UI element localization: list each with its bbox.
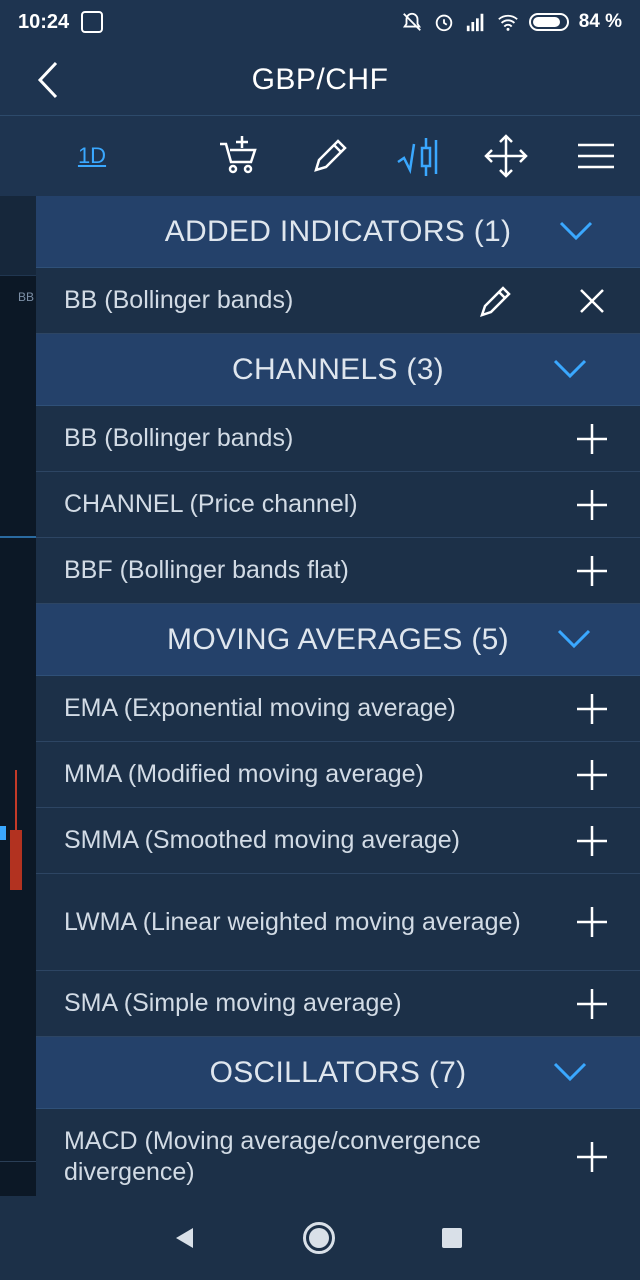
nav-home-button[interactable] [299, 1218, 339, 1258]
period-label: 1D [77, 143, 107, 168]
back-button[interactable] [28, 58, 68, 102]
system-nav-bar [0, 1196, 640, 1280]
section-title: MOVING AVERAGES (5) [167, 622, 509, 656]
recents-square-icon [442, 1228, 462, 1248]
status-bar: 10:24 84 % [0, 0, 640, 44]
list-item: SMMA (Smoothed moving average) [36, 808, 640, 874]
chevron-left-icon [37, 61, 58, 99]
section-title: ADDED INDICATORS (1) [164, 214, 512, 248]
candle-body [10, 830, 22, 890]
chart-indicator-tag: BB [18, 290, 35, 304]
indicator-label: EMA (Exponential moving average) [64, 694, 456, 722]
list-item: CHANNEL (Price channel) [36, 472, 640, 538]
indicator-label: BBF (Bollinger bands flat) [64, 556, 349, 584]
menu-button[interactable] [572, 132, 620, 180]
chart-divider [0, 1161, 36, 1162]
move-icon [484, 134, 528, 178]
indicator-label: MACD (Moving average/convergence diverge… [64, 1127, 481, 1186]
add-indicator-button[interactable] [572, 821, 612, 861]
section-title: OSCILLATORS (7) [209, 1055, 467, 1089]
battery-fill [532, 17, 560, 27]
chart-background: BB [0, 196, 36, 1196]
section-title: CHANNELS (3) [232, 352, 444, 386]
signal-icon [466, 13, 484, 32]
add-indicator-button[interactable] [572, 902, 612, 942]
chevron-down-icon [557, 629, 591, 649]
add-indicator-button[interactable] [572, 984, 612, 1024]
section-channels[interactable]: CHANNELS (3) [36, 334, 640, 406]
list-item: LWMA (Linear weighted moving average) [36, 874, 640, 971]
list-item: MACD (Moving average/convergence diverge… [36, 1109, 640, 1196]
section-added-indicators[interactable]: ADDED INDICATORS (1) [36, 196, 640, 268]
add-to-cart-icon [220, 136, 257, 174]
plus-icon [577, 423, 607, 454]
add-indicator-button[interactable] [572, 485, 612, 525]
indicator-label: SMMA (Smoothed moving average) [64, 826, 461, 854]
edit-indicator-button[interactable] [476, 281, 516, 321]
draw-button[interactable] [306, 132, 354, 180]
battery-label: 84 % [578, 11, 622, 32]
status-icons: 84 % [401, 11, 622, 33]
indicator-icon [397, 138, 438, 176]
indicator-label: CHANNEL (Price channel) [64, 490, 358, 518]
indicator-label: BB (Bollinger bands) [64, 424, 294, 452]
add-indicator-button[interactable] [572, 419, 612, 459]
section-oscillators[interactable]: OSCILLATORS (7) [36, 1037, 640, 1109]
indicator-label: SMA (Simple moving average) [64, 989, 402, 1017]
close-icon [580, 288, 604, 313]
plus-icon [577, 1142, 607, 1172]
add-indicator-button[interactable] [572, 1137, 612, 1177]
indicators-button[interactable] [394, 132, 442, 180]
home-circle-icon [303, 1222, 335, 1254]
add-indicator-button[interactable] [572, 689, 612, 729]
candle-marker [0, 826, 6, 840]
chart-toolbar: 1D [0, 116, 640, 196]
move-button[interactable] [482, 132, 530, 180]
chevron-down-icon [553, 359, 587, 379]
list-item: BB (Bollinger bands) [36, 406, 640, 472]
period-button[interactable]: 1D [68, 132, 116, 180]
plus-icon [577, 907, 607, 937]
chevron-down-icon [553, 1062, 587, 1082]
indicator-label: BB (Bollinger bands) [64, 286, 294, 314]
screenshot-icon [81, 11, 104, 33]
add-to-cart-button[interactable] [214, 132, 262, 180]
menu-icon [578, 143, 614, 169]
plus-icon [577, 759, 607, 790]
pencil-icon [480, 285, 511, 317]
status-time: 10:24 [18, 10, 70, 33]
list-item: BBF (Bollinger bands flat) [36, 538, 640, 604]
list-item: EMA (Exponential moving average) [36, 676, 640, 742]
indicators-panel: ADDED INDICATORS (1) BB (Bollinger bands… [36, 196, 640, 1196]
nav-recents-button[interactable] [432, 1218, 472, 1258]
chart-price-line [0, 536, 36, 538]
list-item: BB (Bollinger bands) [36, 268, 640, 334]
mute-icon [402, 12, 421, 31]
plus-icon [577, 693, 607, 724]
pencil-icon [314, 139, 347, 172]
plus-icon [577, 555, 607, 586]
page-title: GBP/CHF [251, 62, 389, 96]
remove-indicator-button[interactable] [572, 281, 612, 321]
plus-icon [577, 825, 607, 856]
wifi-icon [497, 14, 518, 31]
back-triangle-icon [176, 1228, 193, 1248]
list-item: SMA (Simple moving average) [36, 971, 640, 1037]
plus-icon [577, 988, 607, 1019]
app-header: GBP/CHF [0, 44, 640, 116]
chevron-down-icon [559, 221, 593, 241]
nav-back-button[interactable] [164, 1218, 204, 1258]
add-indicator-button[interactable] [572, 755, 612, 795]
indicator-label: LWMA (Linear weighted moving average) [64, 907, 521, 936]
section-moving-averages[interactable]: MOVING AVERAGES (5) [36, 604, 640, 676]
add-indicator-button[interactable] [572, 551, 612, 591]
battery-icon [528, 13, 569, 31]
alarm-icon [435, 14, 452, 32]
chart-upper-band [0, 196, 36, 276]
indicator-label: MMA (Modified moving average) [64, 760, 424, 788]
plus-icon [577, 489, 607, 520]
list-item: MMA (Modified moving average) [36, 742, 640, 808]
